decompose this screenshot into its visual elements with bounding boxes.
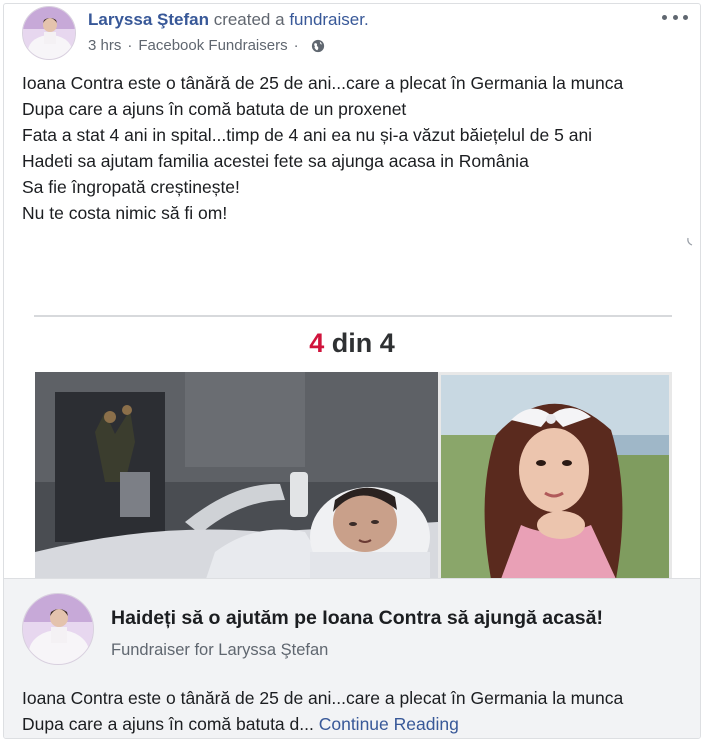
fundraiser-attachment[interactable]: Haideți să o ajutăm pe Ioana Contra să a… xyxy=(4,578,700,738)
image-divider xyxy=(34,315,672,317)
post-timestamp[interactable]: 3 hrs xyxy=(88,37,121,54)
post-line: Ioana Contra este o tânără de 25 de ani.… xyxy=(22,73,624,93)
hospital-photo xyxy=(35,372,438,578)
meta-separator: · xyxy=(127,37,133,54)
headline-accent: 4 xyxy=(309,328,325,358)
continue-reading-link[interactable]: Continue Reading xyxy=(319,714,459,734)
author-name-link[interactable]: Laryssa Ştefan xyxy=(88,10,209,29)
post-line: Hadeti sa ajutam familia acestei fete sa… xyxy=(22,151,529,171)
cursor-mark-icon xyxy=(686,237,696,247)
description-truncated: Dupa care a ajuns în comă batuta d... xyxy=(22,714,314,734)
more-dot xyxy=(683,14,688,20)
author-avatar[interactable] xyxy=(22,6,76,60)
post-line: Dupa care a ajuns în comă batuta de un p… xyxy=(22,99,407,119)
fundraiser-avatar[interactable] xyxy=(22,593,94,665)
fundraiser-link[interactable]: fundraiser. xyxy=(289,10,368,29)
fundraiser-post: Laryssa Ştefan created a fundraiser. 3 h… xyxy=(3,3,701,739)
post-header: Laryssa Ştefan created a fundraiser. 3 h… xyxy=(4,4,700,68)
fundraiser-description: Ioana Contra este o tânără de 25 de ani.… xyxy=(22,685,692,737)
post-meta: 3 hrs · Facebook Fundraisers · xyxy=(88,37,325,54)
post-body: Ioana Contra este o tânără de 25 de ani.… xyxy=(22,70,692,226)
description-line: Ioana Contra este o tânără de 25 de ani.… xyxy=(22,688,624,708)
post-source-link[interactable]: Facebook Fundraisers xyxy=(138,37,287,54)
post-line: Sa fie îngropată creștinește! xyxy=(22,177,240,197)
description-line: Dupa care a ajuns în comă batuta d... Co… xyxy=(22,711,692,737)
post-title-line: Laryssa Ştefan created a fundraiser. xyxy=(88,10,369,30)
action-text: created a xyxy=(213,10,285,29)
meta-separator-2: · xyxy=(293,37,299,54)
more-dot xyxy=(672,14,678,20)
more-dot xyxy=(662,14,667,20)
fundraiser-cover-image[interactable]: 4 din 4 xyxy=(4,266,700,578)
headline-rest: din 4 xyxy=(324,328,395,358)
post-line: Nu te costa nimic să fi om! xyxy=(22,203,228,223)
image-headline: 4 din 4 xyxy=(4,328,700,359)
more-options-icon[interactable] xyxy=(662,8,688,26)
fundraiser-title-link[interactable]: Haideți să o ajutăm pe Ioana Contra să a… xyxy=(111,607,603,630)
portrait-photo xyxy=(438,372,672,578)
post-line: Fata a stat 4 ani in spital...timp de 4 … xyxy=(22,125,593,145)
globe-icon[interactable] xyxy=(311,39,325,53)
fundraiser-subtitle: Fundraiser for Laryssa Ştefan xyxy=(111,641,329,659)
